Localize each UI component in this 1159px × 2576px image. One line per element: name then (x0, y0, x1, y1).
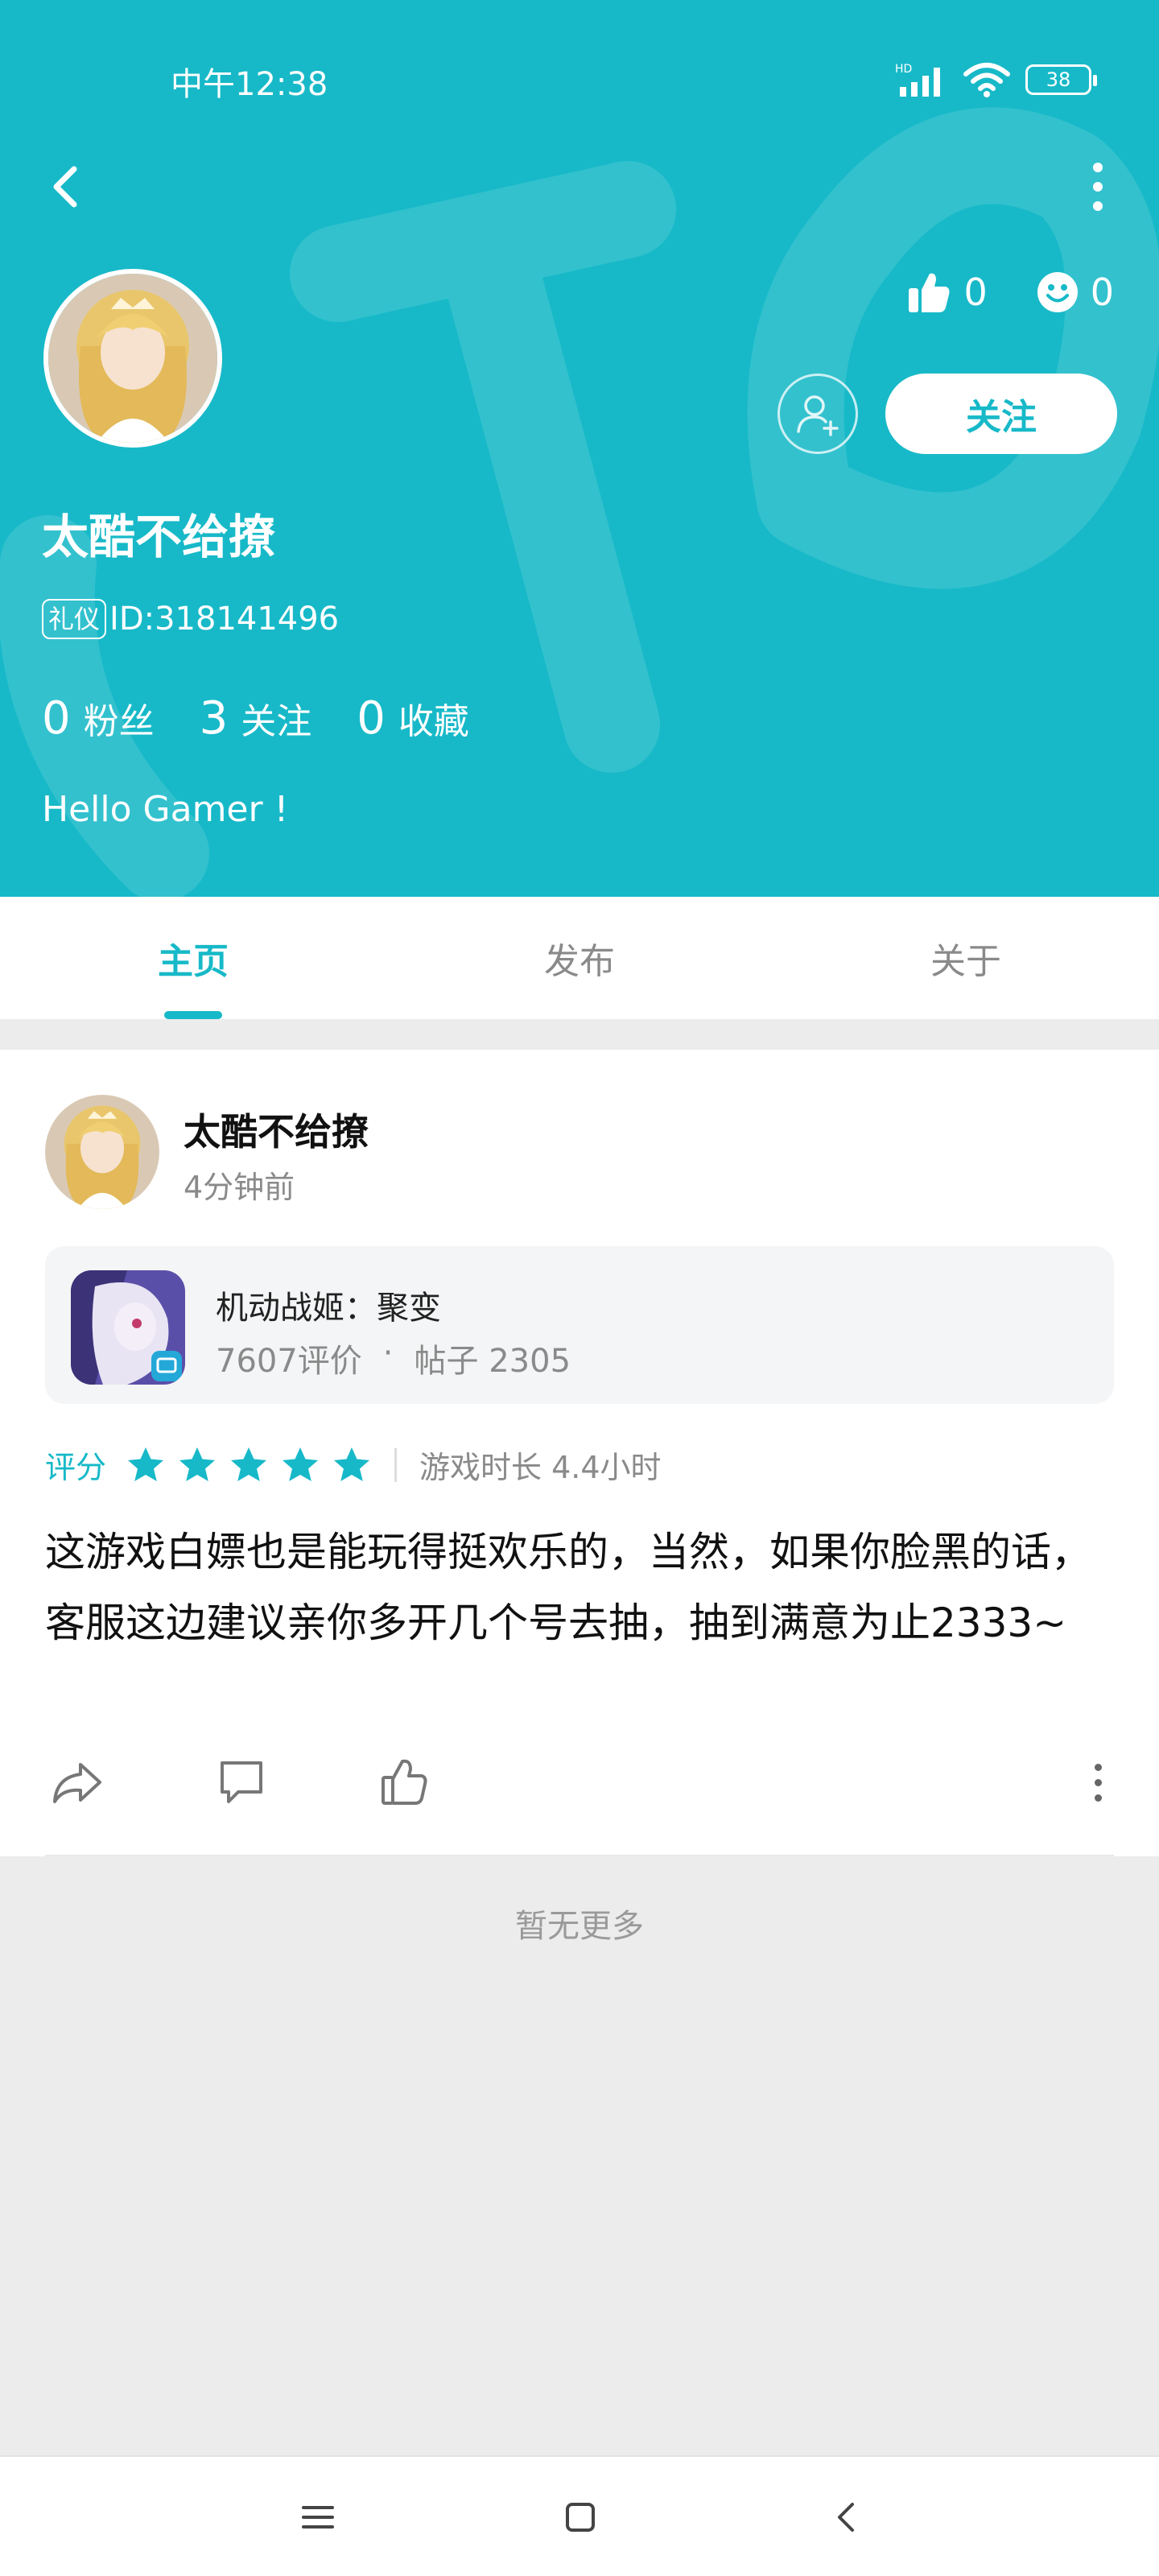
comment-button[interactable] (209, 1750, 274, 1814)
tab-home[interactable]: 主页 (0, 897, 386, 1019)
avatar-image (48, 274, 217, 443)
signal-icon: HD (895, 63, 940, 97)
status-time: 中午12:38 (171, 66, 328, 103)
profile-tabs: 主页 发布 关于 (0, 897, 1159, 1019)
smiles-count: 0 (1090, 270, 1114, 314)
stat-fans-count: 0 (42, 692, 71, 745)
post-avatar-image (45, 1095, 159, 1209)
smiles-count-group[interactable]: 0 (1036, 270, 1114, 314)
profile-bio: Hello Gamer ! (42, 789, 289, 830)
star-icon (128, 1447, 164, 1481)
no-more-text: 暂无更多 (515, 1908, 644, 1945)
nav-home-button[interactable] (552, 2489, 608, 2545)
game-meta: 7607评价 · 帖子 2305 (216, 1335, 571, 1381)
stat-fans[interactable]: 0 粉丝 (42, 692, 155, 745)
thumbs-up-icon (909, 273, 950, 312)
tab-home-label: 主页 (158, 941, 229, 982)
star-icon (283, 1447, 319, 1481)
likes-count: 0 (963, 270, 988, 314)
profile-username: 太酷不给撩 (42, 510, 276, 564)
stat-favorites[interactable]: 0 收藏 (357, 692, 469, 745)
avatar[interactable] (43, 269, 222, 448)
etiquette-badge[interactable]: 礼仪 (42, 599, 107, 639)
post-actions (45, 1750, 1114, 1823)
game-icon-image (71, 1270, 185, 1385)
follow-button[interactable]: 关注 (885, 374, 1117, 454)
game-reviews: 7607评价 (216, 1343, 362, 1380)
tab-posts-label: 发布 (544, 941, 615, 982)
battery-indicator: 38 (1025, 64, 1097, 95)
game-posts: 帖子 2305 (414, 1343, 571, 1380)
nav-menu-button[interactable] (290, 2489, 346, 2545)
add-friend-icon (797, 395, 839, 436)
post-author-name[interactable]: 太酷不给撩 (184, 1103, 369, 1156)
rating-divider (394, 1447, 398, 1482)
share-icon (53, 1763, 101, 1803)
game-icon (71, 1270, 185, 1385)
menu-icon (302, 2506, 334, 2529)
status-icons: HD 38 (895, 61, 1097, 98)
star-icon (334, 1447, 370, 1481)
card-divider (45, 1855, 1114, 1856)
wifi-icon (963, 63, 1010, 97)
post-time: 4分钟前 (184, 1170, 295, 1205)
star-icon (231, 1447, 267, 1481)
profile-header: 中午12:38 HD 38 0 0 关注 太酷不给撩 礼仪 ID:3181414… (0, 0, 1159, 897)
game-name: 机动战姬：聚变 (216, 1290, 441, 1327)
user-id: ID:318141496 (109, 601, 340, 638)
system-nav-bar (0, 2455, 1159, 2576)
playtime: 游戏时长 4.4小时 (419, 1450, 662, 1485)
like-icon (382, 1759, 427, 1805)
likes-count-group[interactable]: 0 (905, 269, 988, 316)
tab-active-indicator (164, 1011, 222, 1019)
profile-reactions: 0 0 (857, 269, 1114, 316)
tab-posts[interactable]: 发布 (386, 897, 773, 1019)
id-row: 礼仪 ID:318141496 (42, 599, 339, 639)
stat-favorites-label: 收藏 (398, 701, 469, 742)
add-friend-button[interactable] (777, 374, 858, 454)
stat-following-count: 3 (199, 692, 229, 745)
review-text: 这游戏白嫖也是能玩得挺欢乐的，当然，如果你脸黑的话，客服这边建议亲你多开几个号去… (45, 1529, 1091, 1646)
tab-about[interactable]: 关于 (773, 897, 1159, 1019)
nav-back-button[interactable] (818, 2489, 874, 2545)
share-button[interactable] (45, 1750, 109, 1814)
profile-stats: 0 粉丝 3 关注 0 收藏 (42, 692, 514, 745)
post-more-icon (1094, 1763, 1102, 1771)
like-button[interactable] (372, 1750, 436, 1814)
nav-back-icon (838, 2503, 854, 2532)
game-link[interactable]: 机动战姬：聚变 7607评价 · 帖子 2305 (45, 1246, 1114, 1404)
back-button[interactable] (39, 158, 97, 216)
post-author-avatar[interactable] (45, 1095, 159, 1209)
stat-favorites-count: 0 (357, 692, 386, 745)
smile-icon (1037, 272, 1078, 312)
more-icon (1093, 163, 1103, 172)
post-more-button[interactable] (1082, 1758, 1114, 1806)
home-icon (566, 2503, 595, 2532)
stat-following-label: 关注 (241, 701, 312, 742)
stat-fans-label: 粉丝 (83, 701, 155, 742)
game-meta-separator: · (382, 1335, 394, 1372)
hd-label: HD (895, 63, 912, 76)
rating-stars (126, 1445, 372, 1485)
tab-about-label: 关于 (930, 941, 1001, 982)
more-button[interactable] (1069, 158, 1127, 216)
rating-row: 评分 游戏时长 4.4小时 (45, 1443, 662, 1487)
rating-label: 评分 (45, 1450, 107, 1485)
back-icon (53, 166, 77, 208)
comment-icon (221, 1761, 262, 1803)
review-card[interactable]: 太酷不给撩 4分钟前 机动战姬：聚变 7607评价 · 帖子 2305 评分 游… (0, 1050, 1159, 1856)
stat-following[interactable]: 3 关注 (200, 692, 312, 745)
star-icon (179, 1447, 216, 1481)
